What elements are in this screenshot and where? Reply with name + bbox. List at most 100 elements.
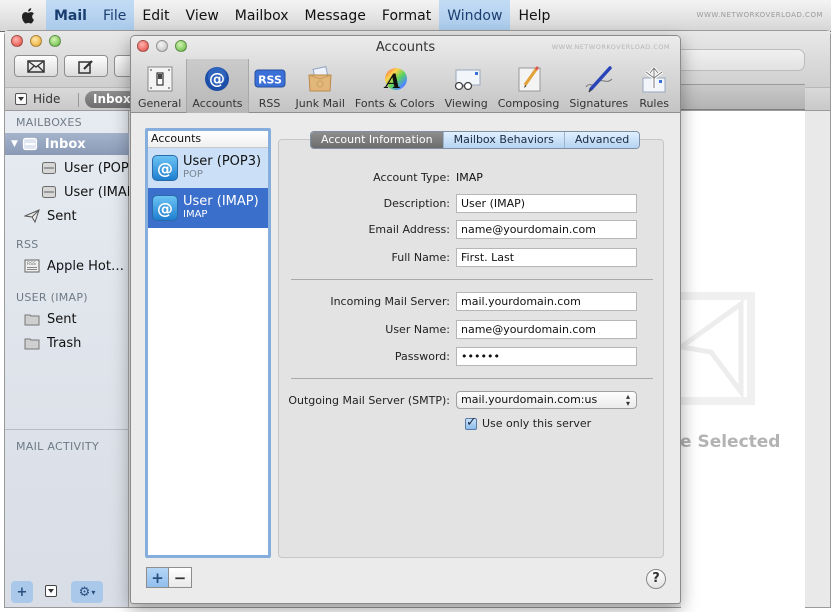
get-mail-button[interactable] — [14, 55, 58, 77]
password-row: Password: •••••• — [278, 346, 664, 366]
checkbox-checked-icon — [465, 415, 477, 430]
sidebar-item-user-pop3[interactable]: User (POP3) — [5, 157, 129, 179]
favorites-separator — [78, 93, 79, 107]
incoming-server-row: Incoming Mail Server: mail.yourdomain.co… — [278, 291, 664, 311]
user-name-label: User Name: — [385, 322, 450, 336]
rss-feed-icon: RSS — [24, 259, 40, 273]
sidebar-item-inbox[interactable]: ▼ Inbox — [5, 133, 129, 155]
tab-signatures[interactable]: Signatures — [564, 59, 633, 113]
accounts-list[interactable]: Accounts @ User (POP3) POP @ User (IMAP)… — [145, 128, 271, 558]
tab-composing[interactable]: Composing — [493, 59, 565, 113]
description-input[interactable]: User (IMAP) — [456, 193, 637, 213]
envelope-icon — [27, 59, 45, 73]
hide-mailbox-list-button[interactable]: Hide — [15, 92, 60, 106]
menu-message[interactable]: Message — [297, 0, 374, 32]
compose-button[interactable] — [64, 55, 108, 77]
tab-mailbox-behaviors[interactable]: Mailbox Behaviors — [442, 132, 564, 148]
gear-icon: ⚙ — [78, 584, 91, 600]
tab-account-information[interactable]: Account Information — [311, 132, 443, 148]
disclosure-triangle-icon[interactable]: ▼ — [11, 139, 18, 149]
mailbox-sidebar: MAILBOXES ▼ Inbox User (POP3) User (IMAP… — [5, 111, 129, 607]
tab-label: Viewing — [444, 97, 488, 110]
search-field[interactable] — [681, 49, 805, 71]
accounts-list-header: Accounts — [148, 131, 268, 148]
inbox-tray-icon — [42, 162, 56, 174]
outgoing-server-row: Outgoing Mail Server (SMTP): mail.yourdo… — [278, 390, 664, 410]
paper-plane-icon — [24, 209, 40, 223]
tab-general[interactable]: General — [133, 59, 186, 113]
svg-text:RSS: RSS — [258, 74, 282, 87]
at-sign-icon: @ — [152, 155, 178, 181]
rules-arrows-icon — [638, 63, 670, 95]
tab-accounts[interactable]: @ Accounts — [186, 59, 249, 113]
no-message-selected-label: e Selected — [680, 432, 781, 452]
close-button[interactable] — [11, 35, 23, 47]
account-row-imap[interactable]: @ User (IMAP) IMAP — [148, 188, 268, 228]
section-mailboxes: MAILBOXES — [16, 116, 82, 129]
menu-help[interactable]: Help — [510, 0, 558, 32]
menu-mailbox[interactable]: Mailbox — [227, 0, 297, 32]
apple-logo-icon[interactable] — [18, 0, 40, 32]
menu-edit[interactable]: Edit — [134, 0, 177, 32]
tab-label: Junk Mail — [295, 97, 345, 110]
at-sign-icon: @ — [152, 195, 178, 221]
help-button[interactable]: ? — [646, 569, 666, 589]
email-input[interactable]: name@yourdomain.com — [456, 219, 637, 239]
svg-text:RSS: RSS — [27, 261, 36, 267]
tab-rss[interactable]: RSS RSS — [249, 59, 291, 113]
sidebar-item-label: User (POP3) — [64, 160, 129, 176]
prefs-toolbar-tabs: General @ Accounts RSS RSS Junk Mail A F… — [133, 59, 675, 113]
zoom-button[interactable] — [49, 35, 61, 47]
tab-label: Fonts & Colors — [354, 97, 435, 110]
account-row-pop3[interactable]: @ User (POP3) POP — [148, 148, 268, 188]
account-name: User (IMAP) — [183, 194, 259, 209]
outgoing-server-select[interactable]: mail.yourdomain.com:us ▴ ▾ — [456, 391, 637, 409]
menu-bar: Mail File Edit View Mailbox Message Form… — [0, 0, 831, 32]
tab-advanced[interactable]: Advanced — [563, 132, 640, 148]
use-only-this-server-checkbox[interactable]: Use only this server — [465, 415, 592, 430]
svg-text:@: @ — [209, 69, 225, 88]
menu-mail[interactable]: Mail — [46, 0, 95, 32]
password-input[interactable]: •••••• — [456, 346, 637, 366]
tab-rules[interactable]: Rules — [633, 59, 675, 113]
activity-divider — [5, 429, 129, 430]
menu-window[interactable]: Window — [439, 0, 511, 32]
incoming-server-label: Incoming Mail Server: — [330, 294, 450, 308]
minimize-button[interactable] — [30, 35, 42, 47]
menu-file[interactable]: File — [94, 0, 135, 32]
menu-view[interactable]: View — [178, 0, 227, 32]
user-name-row: User Name: name@yourdomain.com — [278, 319, 664, 339]
switch-icon — [144, 63, 176, 95]
add-mailbox-button[interactable]: + — [11, 581, 33, 603]
sidebar-item-label: Inbox — [44, 136, 86, 152]
use-only-this-server-label: Use only this server — [482, 417, 592, 430]
menu-format[interactable]: Format — [374, 0, 439, 32]
tab-label: Composing — [497, 97, 560, 110]
full-name-input[interactable]: First. Last — [456, 247, 637, 267]
pen-signature-icon — [583, 63, 615, 95]
action-menu-button[interactable]: ⚙ ▾ — [71, 581, 103, 603]
incoming-server-input[interactable]: mail.yourdomain.com — [456, 291, 637, 311]
sidebar-item-apple-hot-news[interactable]: RSS Apple Hot… — [5, 255, 129, 277]
section-user-imap: USER (IMAP) — [16, 291, 88, 304]
sidebar-item-imap-sent[interactable]: Sent — [5, 308, 129, 330]
sidebar-item-user-imap[interactable]: User (IMAP) — [5, 181, 129, 203]
outgoing-server-label: Outgoing Mail Server (SMTP): — [288, 393, 450, 407]
sidebar-item-sent[interactable]: Sent — [5, 205, 129, 227]
sidebar-item-label: User (IMAP) — [64, 184, 129, 200]
svg-text:A: A — [383, 69, 401, 93]
tab-viewing[interactable]: Viewing — [440, 59, 493, 113]
show-activity-toggle[interactable] — [45, 585, 57, 597]
sidebar-item-imap-trash[interactable]: Trash — [5, 332, 129, 354]
color-wheel-font-icon: A — [379, 63, 411, 95]
add-account-button[interactable]: + — [147, 568, 169, 587]
password-label: Password: — [394, 349, 450, 363]
sidebar-item-label: Trash — [47, 335, 82, 351]
hide-toggle-icon — [15, 93, 27, 105]
pencil-paper-icon — [513, 63, 545, 95]
user-name-input[interactable]: name@yourdomain.com — [456, 319, 637, 339]
tab-fonts-colors[interactable]: A Fonts & Colors — [350, 59, 440, 113]
full-name-label: Full Name: — [391, 250, 450, 264]
tab-junk-mail[interactable]: Junk Mail — [291, 59, 350, 113]
remove-account-button[interactable]: − — [169, 568, 191, 587]
